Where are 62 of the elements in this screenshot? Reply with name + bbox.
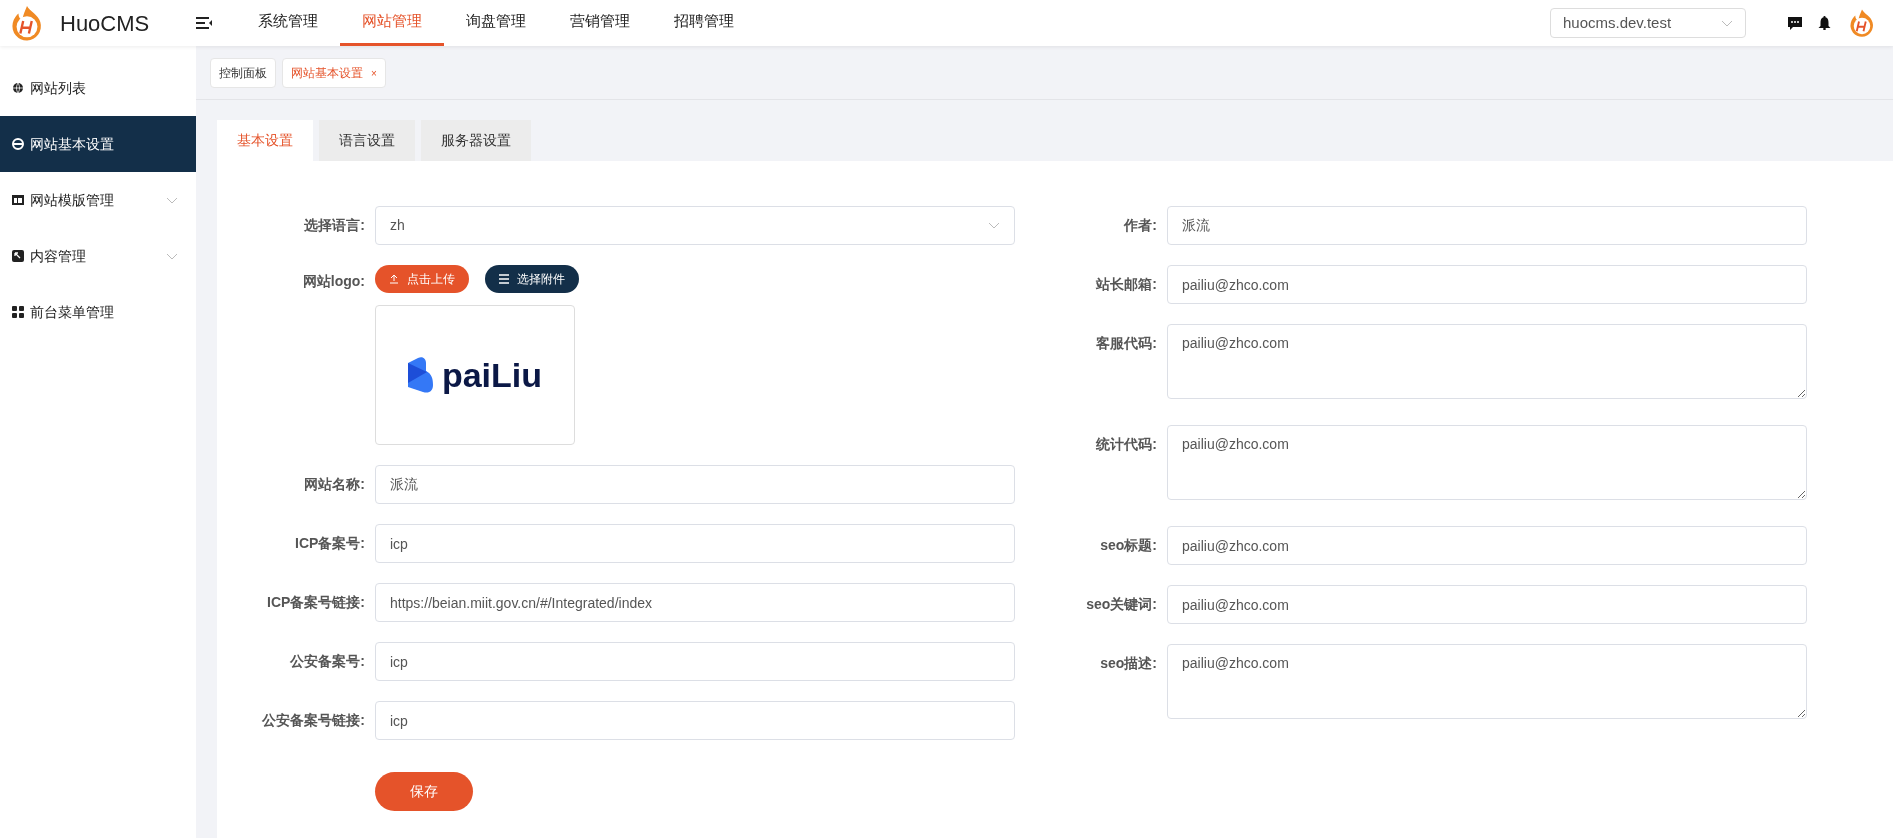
text-area[interactable]: pailiu@zhco.com (1167, 425, 1807, 500)
field-label: 公安备案号: (289, 652, 366, 671)
upload-icon (389, 274, 399, 284)
page-tag[interactable]: 网站基本设置 × (282, 57, 386, 88)
field-label: 网站logo: (301, 272, 366, 291)
text-area[interactable]: pailiu@zhco.com (1167, 324, 1807, 399)
close-icon[interactable]: × (371, 67, 377, 79)
text-field[interactable]: 派流 (375, 465, 1015, 504)
sidebar-item[interactable]: 网站模版管理 (0, 172, 196, 228)
text-field[interactable]: icp (375, 701, 1015, 740)
save-button[interactable]: 保存 (375, 772, 473, 811)
sidebar-item[interactable]: 前台菜单管理 (0, 284, 196, 340)
sidebar-item[interactable]: 网站列表 (0, 60, 196, 116)
chevron-down-icon (1721, 19, 1733, 27)
nav-tab[interactable]: 营销管理 (548, 0, 652, 46)
grid-icon (12, 306, 24, 318)
brand-name: HuoCMS (60, 9, 150, 38)
content-icon (12, 250, 24, 262)
logo-text: paiLiu (441, 354, 543, 396)
field-label: seo关键词: (1085, 595, 1158, 614)
site-select[interactable]: huocms.dev.test (1550, 8, 1746, 38)
text-field[interactable]: icp (375, 524, 1015, 563)
list-icon (499, 274, 509, 284)
text-field[interactable]: pailiu@zhco.com (1167, 585, 1807, 624)
text-field[interactable]: https://beian.miit.gov.cn/#/Integrated/index (375, 583, 1015, 622)
field-label: 网站名称: (303, 475, 366, 494)
field-label: 统计代码: (1095, 435, 1158, 454)
nav-tab[interactable]: 网站管理 (340, 0, 444, 46)
language-select[interactable]: zh (375, 206, 1015, 245)
text-field[interactable]: pailiu@zhco.com (1167, 265, 1807, 304)
notification-bell-icon[interactable] (1818, 16, 1831, 30)
nav-tab[interactable]: 询盘管理 (444, 0, 548, 46)
field-label: 客服代码: (1095, 334, 1158, 353)
select-value: zh (390, 216, 405, 235)
text-field[interactable]: 派流 (1167, 206, 1807, 245)
globe-icon (12, 82, 24, 94)
text-field[interactable]: pailiu@zhco.com (1167, 526, 1807, 565)
nav-tab[interactable]: 招聘管理 (652, 0, 756, 46)
nav-tab[interactable]: 系统管理 (236, 0, 340, 46)
settings-tab[interactable]: 服务器设置 (421, 120, 531, 161)
sidebar-item[interactable]: 内容管理 (0, 228, 196, 284)
text-area[interactable]: pailiu@zhco.com (1167, 644, 1807, 719)
chat-icon[interactable] (1788, 16, 1802, 30)
window-icon (12, 194, 24, 206)
logo-mark-icon (407, 357, 434, 393)
chevron-down-icon (988, 222, 1000, 229)
field-label: 选择语言: (303, 216, 366, 235)
attachment-button[interactable]: 选择附件 (485, 265, 579, 293)
field-label: ICP备案号: (294, 534, 366, 553)
text-field[interactable]: icp (375, 642, 1015, 681)
settings-tab[interactable]: 语言设置 (319, 120, 415, 161)
field-label: seo描述: (1099, 654, 1158, 673)
field-label: seo标题: (1099, 536, 1158, 555)
field-label: ICP备案号链接: (266, 593, 366, 612)
upload-button[interactable]: 点击上传 (375, 265, 469, 293)
page-tag[interactable]: 控制面板 (210, 57, 276, 88)
menu-collapse-icon[interactable] (196, 17, 212, 29)
field-label: 作者: (1122, 216, 1158, 235)
field-label: 公安备案号链接: (261, 711, 366, 730)
field-label: 站长邮箱: (1095, 275, 1158, 294)
settings-tab[interactable]: 基本设置 (217, 120, 313, 161)
sidebar-item[interactable]: 网站基本设置 (0, 116, 196, 172)
